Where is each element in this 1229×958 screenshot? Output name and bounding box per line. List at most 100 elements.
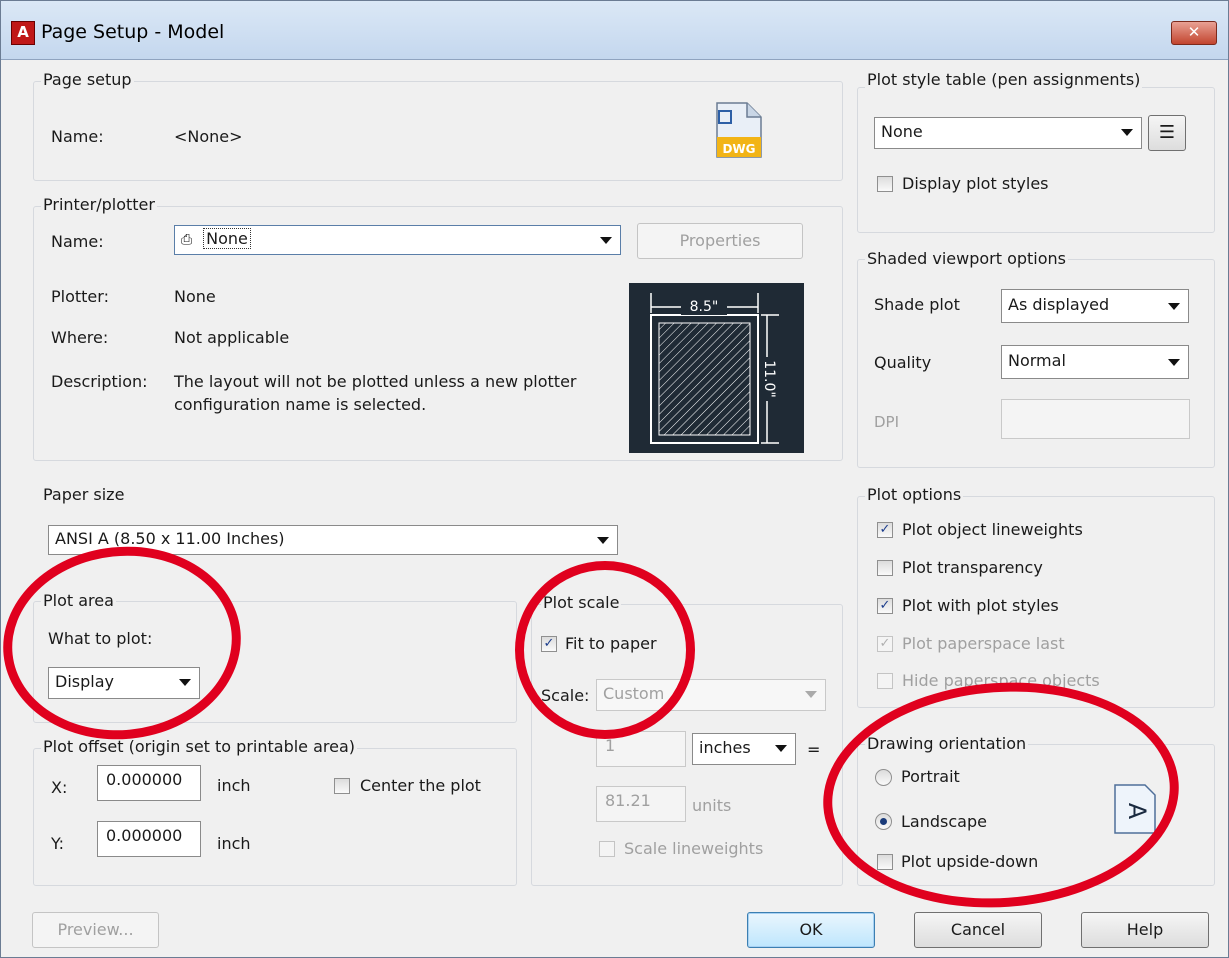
scale-lineweights-label[interactable]: Scale lineweights (624, 839, 763, 858)
plot-upside-down-checkbox[interactable] (877, 854, 893, 870)
printer-icon: ⎙ (181, 232, 193, 248)
printer-name-label: Name: (51, 232, 104, 251)
plot-area-title: Plot area (41, 591, 116, 610)
where-label: Where: (51, 328, 109, 347)
scale-unit-dropdown[interactable]: inches (692, 733, 796, 765)
description-label: Description: (51, 372, 148, 391)
plot-style-table-group (857, 87, 1215, 233)
close-button[interactable]: ✕ (1171, 21, 1217, 45)
what-to-plot-label: What to plot: (48, 629, 153, 648)
quality-label: Quality (874, 353, 932, 372)
paper-size-value: ANSI A (8.50 x 11.00 Inches) (55, 529, 285, 548)
plot-style-dropdown[interactable]: None (874, 117, 1142, 149)
chevron-down-icon (775, 745, 787, 752)
chevron-down-icon (1168, 303, 1180, 310)
offset-x-unit: inch (217, 776, 251, 795)
plot-transparency-label[interactable]: Plot transparency (902, 558, 1043, 577)
description-line-1: The layout will not be plotted unless a … (174, 372, 577, 391)
plot-paperspace-last-label[interactable]: Plot paperspace last (902, 634, 1065, 653)
plot-scale-title: Plot scale (541, 593, 622, 612)
page-setup-dialog: A Page Setup - Model ✕ Page setup Name: … (0, 0, 1229, 958)
scale-units-label: units (692, 796, 732, 815)
dpi-input[interactable] (1001, 399, 1190, 439)
plot-object-lineweights-label[interactable]: Plot object lineweights (902, 520, 1083, 539)
landscape-orientation-icon: A (1111, 781, 1159, 837)
preview-height-label: 11.0" (761, 360, 777, 398)
offset-x-label: X: (51, 778, 68, 797)
quality-dropdown[interactable]: Normal (1001, 345, 1189, 379)
offset-y-label: Y: (51, 834, 65, 853)
plot-options-title: Plot options (865, 485, 964, 504)
display-plot-styles-label[interactable]: Display plot styles (902, 174, 1049, 193)
scale-value: Custom (603, 684, 665, 703)
scale-value-input[interactable]: 1 (596, 731, 686, 767)
what-to-plot-dropdown[interactable]: Display (48, 667, 200, 699)
dwg-file-icon: DWG (713, 101, 765, 159)
printer-name-value: None (203, 228, 251, 249)
portrait-label[interactable]: Portrait (901, 767, 960, 786)
chevron-down-icon (597, 537, 609, 544)
what-to-plot-value: Display (55, 672, 114, 691)
edit-plot-style-icon: ☰ (1158, 122, 1176, 143)
paper-size-dropdown[interactable]: ANSI A (8.50 x 11.00 Inches) (48, 525, 618, 555)
scale-lineweights-checkbox[interactable] (599, 841, 615, 857)
description-line-2: configuration name is selected. (174, 395, 427, 414)
shade-plot-value: As displayed (1008, 295, 1110, 314)
shaded-viewport-title: Shaded viewport options (865, 249, 1068, 268)
scale-unit-value: inches (699, 738, 751, 757)
paper-preview-image: 8.5" 11.0" (629, 283, 804, 453)
hide-paperspace-objects-label[interactable]: Hide paperspace objects (902, 671, 1100, 690)
printer-plotter-title: Printer/plotter (41, 195, 157, 214)
portrait-radio[interactable] (875, 769, 892, 786)
offset-y-input[interactable]: 0.000000 (97, 821, 201, 857)
chevron-down-icon (1121, 129, 1133, 136)
drawing-orientation-title: Drawing orientation (865, 734, 1029, 753)
center-plot-label[interactable]: Center the plot (360, 776, 481, 795)
ok-button[interactable]: OK (747, 912, 875, 948)
properties-button[interactable]: Properties (637, 223, 803, 259)
page-setup-title: Page setup (41, 70, 134, 89)
paper-size-title: Paper size (41, 485, 127, 504)
dwg-icon-label: DWG (722, 142, 755, 156)
landscape-label[interactable]: Landscape (901, 812, 987, 831)
scale-units-input[interactable]: 81.21 (596, 786, 686, 822)
plot-with-plot-styles-label[interactable]: Plot with plot styles (902, 596, 1059, 615)
plot-object-lineweights-checkbox[interactable]: ✓ (877, 522, 893, 538)
fit-to-paper-checkbox[interactable]: ✓ (541, 636, 557, 652)
plot-transparency-checkbox[interactable] (877, 560, 893, 576)
chevron-down-icon (600, 237, 612, 244)
page-setup-name-label: Name: (51, 127, 104, 146)
edit-plot-style-button[interactable]: ☰ (1148, 115, 1186, 151)
hide-paperspace-objects-checkbox[interactable] (877, 673, 893, 689)
chevron-down-icon (179, 679, 191, 686)
display-plot-styles-checkbox[interactable] (877, 176, 893, 192)
preview-button[interactable]: Preview... (32, 912, 159, 948)
landscape-radio[interactable] (875, 813, 892, 830)
plot-offset-title: Plot offset (origin set to printable are… (41, 737, 358, 756)
help-button[interactable]: Help (1081, 912, 1209, 948)
quality-value: Normal (1008, 351, 1066, 370)
plot-with-plot-styles-checkbox[interactable]: ✓ (877, 598, 893, 614)
plot-style-value: None (881, 122, 923, 141)
plotter-label: Plotter: (51, 287, 109, 306)
autocad-app-icon: A (11, 21, 35, 45)
where-value: Not applicable (174, 328, 290, 347)
fit-to-paper-label[interactable]: Fit to paper (565, 634, 657, 653)
printer-name-dropdown[interactable]: ⎙ None (174, 225, 621, 255)
plot-area-group (33, 601, 517, 723)
scale-dropdown[interactable]: Custom (596, 679, 826, 711)
preview-width-label: 8.5" (690, 299, 719, 315)
cancel-button[interactable]: Cancel (914, 912, 1042, 948)
shade-plot-label: Shade plot (874, 295, 960, 314)
plot-upside-down-label[interactable]: Plot upside-down (901, 852, 1038, 871)
offset-x-input[interactable]: 0.000000 (97, 765, 201, 801)
dpi-label: DPI (874, 413, 900, 431)
window-title: Page Setup - Model (41, 21, 225, 43)
plot-paperspace-last-checkbox[interactable]: ✓ (877, 636, 893, 652)
shade-plot-dropdown[interactable]: As displayed (1001, 289, 1189, 323)
plotter-value: None (174, 287, 216, 306)
page-setup-name-value: <None> (174, 127, 243, 146)
chevron-down-icon (1168, 359, 1180, 366)
offset-y-unit: inch (217, 834, 251, 853)
center-plot-checkbox[interactable] (334, 778, 350, 794)
